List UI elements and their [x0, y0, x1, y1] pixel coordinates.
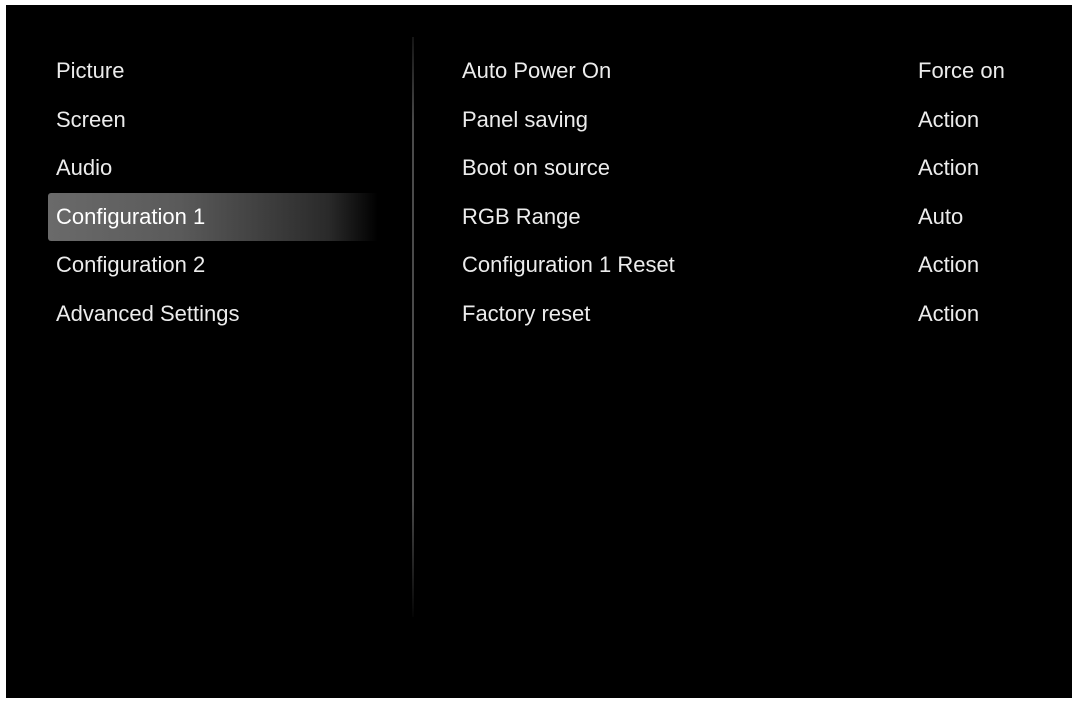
category-item-advanced-settings[interactable]: Advanced Settings — [48, 290, 378, 339]
setting-label: Auto Power On — [462, 58, 612, 83]
setting-row-rgb-range[interactable]: RGB Range Auto — [462, 193, 1042, 242]
category-item-screen[interactable]: Screen — [48, 96, 378, 145]
setting-value: Action — [918, 106, 980, 132]
category-item-picture[interactable]: Picture — [48, 47, 378, 96]
setting-label: Configuration 1 Reset — [462, 252, 675, 277]
setting-row-auto-power-on[interactable]: Auto Power On Force on — [462, 47, 1042, 96]
column-divider — [412, 37, 414, 617]
setting-label: Panel saving — [462, 106, 588, 132]
setting-row-panel-saving[interactable]: Panel saving Action — [462, 96, 1042, 145]
setting-label: Boot on source — [462, 155, 610, 180]
setting-value: Action — [918, 252, 980, 277]
setting-value: Action — [918, 155, 980, 180]
setting-label: RGB Range — [462, 203, 581, 229]
category-item-configuration-1[interactable]: Configuration 1 — [48, 192, 378, 241]
setting-value: Action — [918, 300, 980, 326]
setting-value: Force on — [918, 58, 1005, 83]
osd-menu-screen: Picture Screen Audio Configuration 1 Con… — [6, 5, 1072, 698]
setting-label: Factory reset — [462, 300, 591, 326]
category-item-configuration-2[interactable]: Configuration 2 — [48, 241, 378, 290]
setting-row-boot-on-source[interactable]: Boot on source Action — [462, 144, 1042, 193]
setting-value: Auto — [918, 203, 964, 229]
setting-row-configuration-1-reset[interactable]: Configuration 1 Reset Action — [462, 241, 1042, 290]
category-item-audio[interactable]: Audio — [48, 144, 378, 193]
settings-list: Auto Power On Force on Panel saving Acti… — [462, 47, 1042, 338]
setting-row-factory-reset[interactable]: Factory reset Action — [462, 290, 1042, 339]
category-list: Picture Screen Audio Configuration 1 Con… — [48, 47, 378, 338]
